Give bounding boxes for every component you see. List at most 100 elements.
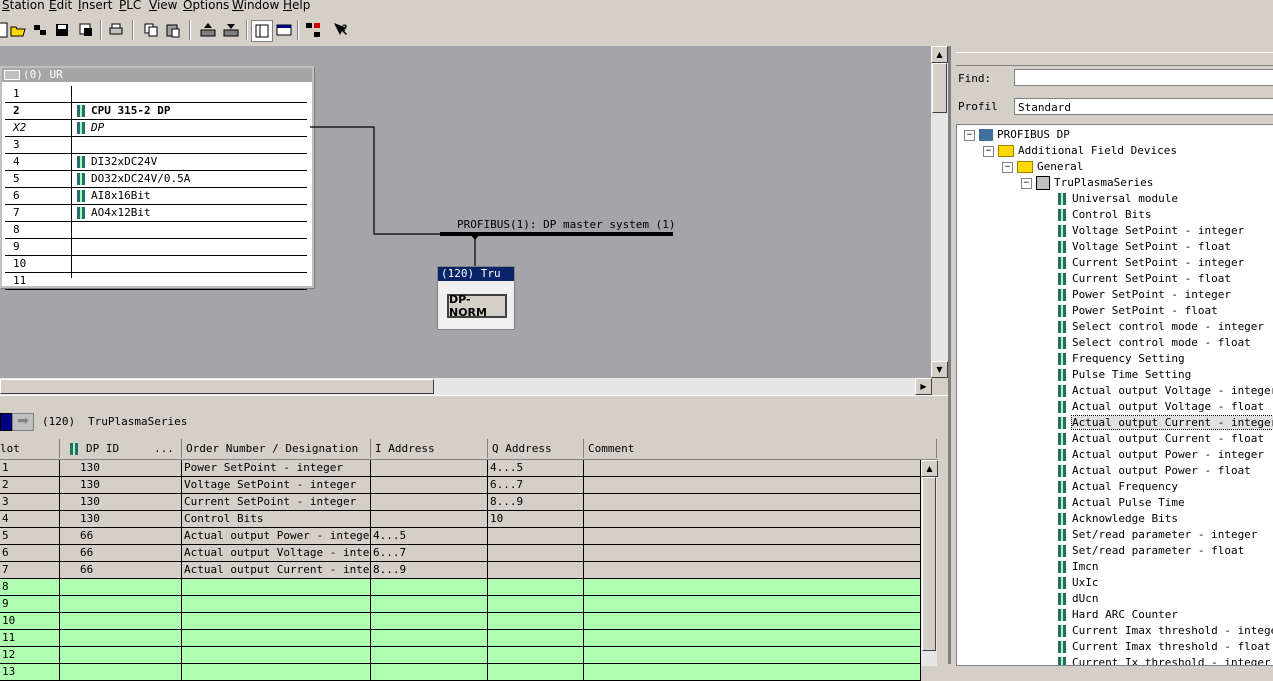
- table-row[interactable]: 7 66 Actual output Current - integer 8...9: [0, 562, 921, 579]
- help-icon[interactable]: ?: [331, 20, 351, 40]
- cell-order[interactable]: [182, 630, 371, 646]
- catalog-item[interactable]: Current SetPoint - integer: [1058, 255, 1244, 271]
- cell-dpid[interactable]: 130: [60, 460, 182, 476]
- catalog-item[interactable]: Pulse Time Setting: [1058, 367, 1191, 383]
- cell-slot[interactable]: 12: [0, 647, 60, 663]
- menu-window[interactable]: Window: [232, 0, 279, 12]
- cell-order[interactable]: Current SetPoint - integer: [182, 494, 371, 510]
- print-icon[interactable]: [106, 20, 126, 40]
- catalog-item[interactable]: Set/read parameter - float: [1058, 543, 1244, 559]
- cell-dpid[interactable]: [60, 664, 182, 680]
- cell-iaddr[interactable]: [371, 630, 488, 646]
- cell-dpid[interactable]: 66: [60, 528, 182, 544]
- catalog-item[interactable]: Set/read parameter - integer: [1058, 527, 1257, 543]
- cell-order[interactable]: Voltage SetPoint - integer: [182, 477, 371, 493]
- cell-qaddr[interactable]: [488, 647, 584, 663]
- table-row[interactable]: 13: [0, 664, 921, 681]
- cell-comment[interactable]: [584, 664, 921, 680]
- catalog-item[interactable]: Current Imax threshold - float: [1058, 639, 1271, 655]
- catalog-item[interactable]: Power SetPoint - float: [1058, 303, 1218, 319]
- table-row[interactable]: 11: [0, 630, 921, 647]
- cell-dpid[interactable]: 130: [60, 511, 182, 527]
- cell-iaddr[interactable]: [371, 477, 488, 493]
- collapse-icon[interactable]: −: [1021, 177, 1032, 189]
- cell-iaddr[interactable]: 4...5: [371, 528, 488, 544]
- cell-iaddr[interactable]: 6...7: [371, 545, 488, 561]
- col-order-number[interactable]: Order Number / Designation: [182, 439, 371, 458]
- station-vscroll[interactable]: ▲ ▼: [931, 46, 948, 378]
- detail-vscroll[interactable]: ▲: [921, 460, 938, 666]
- profil-select[interactable]: Standard: [1014, 98, 1273, 115]
- collapse-icon[interactable]: −: [964, 129, 975, 141]
- cell-slot[interactable]: 13: [0, 664, 60, 680]
- table-row[interactable]: 10: [0, 613, 921, 630]
- collapse-icon[interactable]: −: [983, 145, 994, 157]
- cell-dpid[interactable]: [60, 596, 182, 612]
- col-comment[interactable]: Comment: [584, 439, 937, 458]
- download-icon[interactable]: [30, 20, 50, 40]
- cell-slot[interactable]: 6: [0, 545, 60, 561]
- cell-iaddr[interactable]: [371, 647, 488, 663]
- scroll-right-icon[interactable]: ▶: [915, 378, 932, 395]
- cell-order[interactable]: [182, 664, 371, 680]
- cell-iaddr[interactable]: [371, 460, 488, 476]
- table-row[interactable]: 8: [0, 579, 921, 596]
- cell-qaddr[interactable]: [488, 596, 584, 612]
- catalog-item[interactable]: Actual output Voltage - float: [1058, 399, 1264, 415]
- cell-slot[interactable]: 2: [0, 477, 60, 493]
- scroll-up-icon[interactable]: ▲: [931, 46, 948, 63]
- col-dpid[interactable]: DP ID ...: [60, 439, 182, 458]
- station-hscroll[interactable]: ▶: [0, 378, 932, 395]
- cell-qaddr[interactable]: [488, 545, 584, 561]
- scroll-down-icon[interactable]: ▼: [931, 361, 948, 378]
- cell-order[interactable]: Actual output Power - integer: [182, 528, 371, 544]
- station-vscroll-thumb[interactable]: [932, 63, 947, 113]
- menu-view[interactable]: View: [149, 0, 177, 12]
- catalog-item[interactable]: Voltage SetPoint - float: [1058, 239, 1231, 255]
- table-row[interactable]: 5 66 Actual output Power - integer 4...5: [0, 528, 921, 545]
- cell-qaddr[interactable]: [488, 630, 584, 646]
- table-row[interactable]: 12: [0, 647, 921, 664]
- cell-comment[interactable]: [584, 528, 921, 544]
- cell-comment[interactable]: [584, 613, 921, 629]
- catalog-tree[interactable]: − PROFIBUS DP − Additional Field Devices −…: [956, 124, 1273, 666]
- cell-iaddr[interactable]: [371, 511, 488, 527]
- table-row[interactable]: 3 130 Current SetPoint - integer 8...9: [0, 494, 921, 511]
- cell-qaddr[interactable]: 6...7: [488, 477, 584, 493]
- cell-order[interactable]: [182, 613, 371, 629]
- col-q-address[interactable]: Q Address: [488, 439, 584, 458]
- cell-iaddr[interactable]: [371, 613, 488, 629]
- save-icon[interactable]: [52, 20, 72, 40]
- cell-dpid[interactable]: [60, 579, 182, 595]
- rack-row[interactable]: 9: [5, 239, 307, 256]
- catalog-item[interactable]: Current Ix threshold - integer: [1058, 655, 1271, 665]
- tree-node-truplasmaseries[interactable]: − TruPlasmaSeries: [1021, 175, 1153, 191]
- tree-node-general[interactable]: − General: [1002, 159, 1083, 175]
- table-row[interactable]: 4 130 Control Bits 10: [0, 511, 921, 528]
- cell-dpid[interactable]: [60, 630, 182, 646]
- catalog-item[interactable]: Power SetPoint - integer: [1058, 287, 1231, 303]
- rack-row[interactable]: 6 AI8x16Bit: [5, 188, 307, 205]
- rack-row[interactable]: 10: [5, 256, 307, 273]
- window-icon[interactable]: [274, 20, 294, 40]
- catalog-item[interactable]: Select control mode - float: [1058, 335, 1251, 351]
- copy-icon[interactable]: [141, 20, 161, 40]
- table-row[interactable]: 9: [0, 596, 921, 613]
- detail-table-body[interactable]: 1 130 Power SetPoint - integer 4...5 2 130 Vol…: [0, 460, 921, 681]
- catalog-item[interactable]: Control Bits: [1058, 207, 1151, 223]
- catalog-item[interactable]: Select control mode - integer: [1058, 319, 1264, 335]
- catalog-item[interactable]: dUcn: [1058, 591, 1099, 607]
- cell-order[interactable]: [182, 647, 371, 663]
- cell-comment[interactable]: [584, 647, 921, 663]
- menu-plc[interactable]: PLC: [119, 0, 141, 12]
- catalog-item[interactable]: Current SetPoint - float: [1058, 271, 1231, 287]
- table-row[interactable]: 6 66 Actual output Voltage - integer 6...7: [0, 545, 921, 562]
- tree-node-profibus[interactable]: − PROFIBUS DP: [964, 127, 1070, 143]
- menu-options[interactable]: Options: [183, 0, 229, 12]
- cell-comment[interactable]: [584, 477, 921, 493]
- cell-comment[interactable]: [584, 562, 921, 578]
- cell-comment[interactable]: [584, 579, 921, 595]
- network-icon[interactable]: [303, 20, 323, 40]
- catalog-icon[interactable]: [251, 20, 273, 42]
- rack-row[interactable]: 1: [5, 86, 307, 103]
